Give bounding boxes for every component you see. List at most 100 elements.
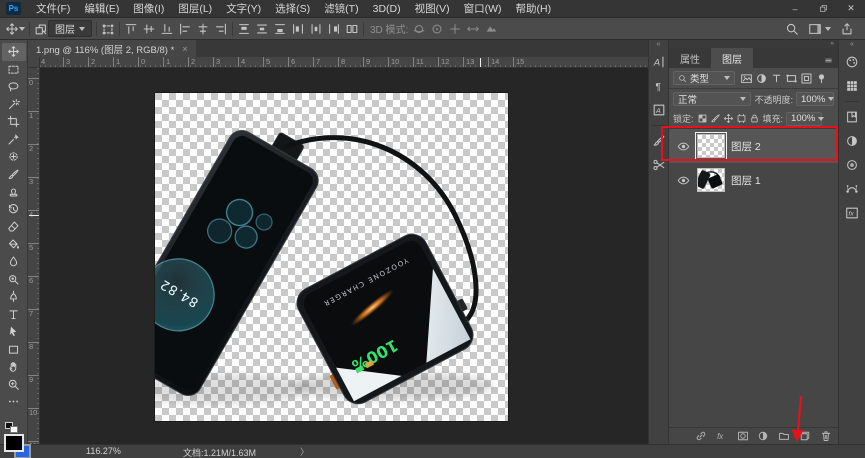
panel-menu-icon[interactable]: [824, 56, 833, 65]
menu-help[interactable]: 帮助(H): [509, 0, 559, 18]
workspace-icon[interactable]: [808, 22, 822, 36]
menu-type[interactable]: 文字(Y): [219, 0, 268, 18]
distribute-bottom-icon[interactable]: [273, 22, 287, 36]
opacity-field[interactable]: 100%: [796, 92, 834, 106]
distribute-hcenter-icon[interactable]: [309, 22, 323, 36]
tab-properties[interactable]: 属性: [669, 48, 711, 68]
lock-transparent-icon[interactable]: [697, 113, 708, 124]
roll-3d-icon[interactable]: [430, 22, 444, 36]
fill-field[interactable]: 100%: [786, 112, 822, 126]
tool-blur[interactable]: [2, 253, 26, 271]
tool-clone-stamp[interactable]: [2, 183, 26, 201]
align-hcenter-icon[interactable]: [196, 22, 210, 36]
zoom-3d-icon[interactable]: [484, 22, 498, 36]
orbit-3d-icon[interactable]: [412, 22, 426, 36]
filter-toggle-icon[interactable]: [815, 72, 828, 85]
adjustment-layer-icon[interactable]: [757, 430, 769, 442]
align-vcenter-icon[interactable]: [142, 22, 156, 36]
gradients-panel-button[interactable]: [843, 153, 861, 177]
distribute-left-icon[interactable]: [291, 22, 305, 36]
share-icon[interactable]: [840, 22, 854, 36]
auto-select-icon[interactable]: [34, 22, 48, 36]
filter-smart-icon[interactable]: [800, 72, 813, 85]
tool-type[interactable]: [2, 306, 26, 324]
tool-healing[interactable]: [2, 148, 26, 166]
tool-lasso[interactable]: [2, 78, 26, 96]
menu-edit[interactable]: 编辑(E): [77, 0, 126, 18]
distribute-top-icon[interactable]: [237, 22, 251, 36]
tool-dodge[interactable]: [2, 271, 26, 289]
menu-view[interactable]: 视图(V): [408, 0, 457, 18]
tool-pen[interactable]: [2, 288, 26, 306]
blend-mode-dropdown[interactable]: 正常: [673, 92, 751, 106]
align-group-icon[interactable]: [345, 22, 359, 36]
tool-crop[interactable]: [2, 113, 26, 131]
styles-panel-button[interactable]: fx: [843, 201, 861, 225]
pan-3d-icon[interactable]: [448, 22, 462, 36]
layer-thumbnail[interactable]: [697, 168, 725, 192]
filter-type-dropdown[interactable]: 类型: [673, 71, 735, 85]
tool-eraser[interactable]: [2, 218, 26, 236]
adjustments-panel-button[interactable]: [843, 129, 861, 153]
tool-hand[interactable]: [2, 358, 26, 376]
canvas-viewport[interactable]: 84.82 YOOZONE CHARGER 100%: [40, 68, 648, 444]
layer-mask-icon[interactable]: [737, 430, 749, 442]
restore-button[interactable]: [809, 0, 837, 18]
lock-artboard-icon[interactable]: [736, 113, 747, 124]
dock-expand-chevron[interactable]: «: [850, 40, 854, 50]
align-top-icon[interactable]: [124, 22, 138, 36]
toolbar-ellipsis[interactable]: [2, 393, 26, 411]
search-icon[interactable]: [785, 22, 799, 36]
transform-controls-icon[interactable]: [101, 22, 115, 36]
tab-layers[interactable]: 图层: [711, 48, 753, 68]
tool-history-brush[interactable]: [2, 201, 26, 219]
layer-name[interactable]: 图层 1: [731, 173, 761, 188]
lock-paint-icon[interactable]: [710, 113, 721, 124]
dock-expand-chevron[interactable]: «: [657, 40, 661, 50]
glyphs-panel-button[interactable]: A: [650, 98, 668, 122]
tool-paint-bucket[interactable]: [2, 236, 26, 254]
tool-marquee[interactable]: [2, 61, 26, 79]
menu-file[interactable]: 文件(F): [29, 0, 77, 18]
foreground-color-swatch[interactable]: [4, 434, 24, 452]
align-left-icon[interactable]: [178, 22, 192, 36]
tool-move[interactable]: [2, 43, 26, 61]
status-expander[interactable]: 〉: [300, 445, 309, 458]
tool-path-select[interactable]: [2, 323, 26, 341]
filter-pixel-icon[interactable]: [740, 72, 753, 85]
libraries-panel-button[interactable]: [843, 105, 861, 129]
menu-layer[interactable]: 图层(L): [171, 0, 219, 18]
tool-eyedropper[interactable]: [2, 131, 26, 149]
distribute-vcenter-icon[interactable]: [255, 22, 269, 36]
link-layers-icon[interactable]: [695, 430, 707, 442]
menu-select[interactable]: 选择(S): [268, 0, 317, 18]
dock-collapse-chevron[interactable]: »: [669, 40, 838, 48]
minimize-button[interactable]: –: [781, 0, 809, 18]
paragraph-panel-button[interactable]: ¶: [650, 74, 668, 98]
slide-3d-icon[interactable]: [466, 22, 480, 36]
lock-position-icon[interactable]: [723, 113, 734, 124]
align-bottom-icon[interactable]: [160, 22, 174, 36]
close-button[interactable]: ✕: [837, 0, 865, 18]
canvas[interactable]: 84.82 YOOZONE CHARGER 100%: [155, 93, 508, 421]
menu-3d[interactable]: 3D(D): [366, 0, 408, 18]
tool-shape[interactable]: [2, 341, 26, 359]
tool-zoom[interactable]: [2, 376, 26, 394]
layer-row-1[interactable]: 图层 1: [669, 163, 838, 197]
visibility-eye-icon[interactable]: [675, 174, 691, 187]
menu-filter[interactable]: 滤镜(T): [317, 0, 365, 18]
filter-type-icon[interactable]: [770, 72, 783, 85]
filter-adjustment-icon[interactable]: [755, 72, 768, 85]
tool-magic-wand[interactable]: [2, 96, 26, 114]
lock-all-icon[interactable]: [749, 113, 760, 124]
character-panel-button[interactable]: A: [650, 50, 668, 74]
document-tab[interactable]: 1.png @ 116% (图层 2, RGB/8) * ×: [28, 40, 196, 57]
tool-preset-caret[interactable]: [19, 27, 25, 31]
layer-style-fx-icon[interactable]: fx: [716, 430, 728, 442]
zoom-level-field[interactable]: 116.27%: [86, 446, 121, 456]
auto-select-target-dropdown[interactable]: 图层: [48, 20, 92, 37]
menu-image[interactable]: 图像(I): [126, 0, 171, 18]
menu-window[interactable]: 窗口(W): [457, 0, 509, 18]
swatches-panel-button[interactable]: [843, 74, 861, 98]
tool-brush[interactable]: [2, 166, 26, 184]
